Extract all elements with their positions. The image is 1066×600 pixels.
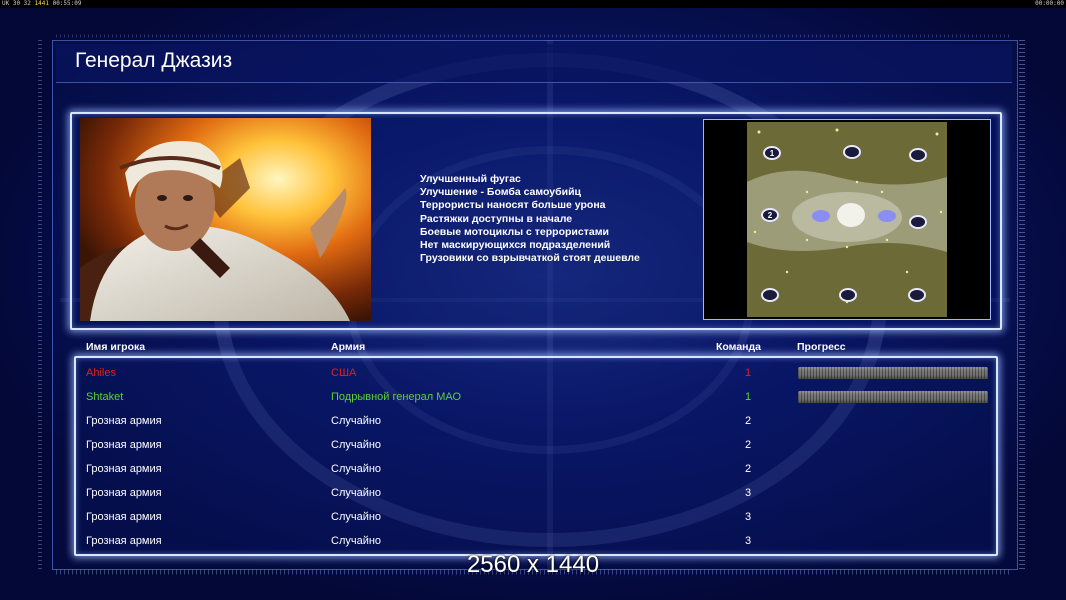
player-team: 2: [744, 439, 752, 451]
map-slot-label: 1: [770, 149, 775, 158]
player-team: 2: [744, 415, 752, 427]
player-name: Грозная армия: [86, 511, 162, 523]
table-row: Грозная армия Случайно 2: [0, 433, 1066, 457]
progress-bar: [798, 391, 988, 403]
feature-item: Улучшение - Бомба самоубийц: [420, 186, 581, 199]
general-portrait: [80, 118, 371, 321]
table-row: Грозная армия Случайно 3: [0, 505, 1066, 529]
table-row: Грозная армия Случайно 3: [0, 481, 1066, 505]
table-row: Грозная армия Случайно 3: [0, 529, 1066, 553]
top-status-bar: UK 30 32 1441 00:55:09 00:00:00: [0, 0, 1066, 8]
player-team: 3: [744, 511, 752, 523]
header-player-name: Имя игрока: [86, 341, 146, 353]
feature-item: Нет маскирующихся подразделений: [420, 239, 611, 252]
status-right: 00:00:00: [1035, 0, 1064, 7]
player-team: 3: [744, 487, 752, 499]
feature-item: Улучшенный фугас: [420, 173, 521, 185]
player-army: Случайно: [331, 535, 382, 547]
player-army: Случайно: [331, 511, 382, 523]
table-row: Shtaket Подрывной генерал МАО 1: [0, 385, 1066, 409]
feature-item: Растяжки доступны в начале: [420, 212, 573, 225]
header-progress: Прогресс: [797, 341, 846, 353]
player-army: Случайно: [331, 415, 382, 427]
progress-bar-fill: [798, 367, 988, 379]
player-name: Shtaket: [86, 391, 124, 403]
table-row: Грозная армия Случайно 2: [0, 457, 1066, 481]
player-army: США: [331, 367, 357, 379]
player-army: Случайно: [331, 463, 382, 475]
player-army: Случайно: [331, 487, 382, 499]
progress-bar-fill: [798, 391, 988, 403]
header-army: Армия: [331, 341, 366, 353]
player-name: Грозная армия: [86, 463, 162, 475]
player-name: Грозная армия: [86, 487, 162, 499]
player-name: Грозная армия: [86, 415, 162, 427]
minimap: 1 2: [747, 122, 947, 317]
resolution-overlay: 2560 x 1440: [466, 551, 600, 578]
player-team: 1: [744, 367, 752, 379]
feature-item: Грузовики со взрывчаткой стоят дешевле: [420, 252, 640, 265]
player-name: Ahiles: [86, 367, 116, 379]
status-left: UK 30 32 1441 00:55:09: [2, 0, 82, 7]
player-name: Грозная армия: [86, 535, 162, 547]
map-preview[interactable]: 1 2: [703, 119, 991, 320]
feature-item: Боевые мотоциклы с террористами: [420, 225, 609, 238]
player-team: 1: [744, 391, 752, 403]
header-team: Команда: [716, 341, 761, 353]
player-team: 2: [744, 463, 752, 475]
player-army: Подрывной генерал МАО: [331, 391, 462, 403]
player-team: 3: [744, 535, 752, 547]
general-title: Генерал Джазиз: [75, 49, 233, 72]
map-slot-label: 2: [768, 211, 773, 220]
table-row: Ahiles США 1: [0, 361, 1066, 385]
progress-bar: [798, 367, 988, 379]
table-row: Грозная армия Случайно 2: [0, 409, 1066, 433]
player-army: Случайно: [331, 439, 382, 451]
general-features-list: Улучшенный фугас Улучшение - Бомба самоу…: [420, 173, 640, 265]
feature-item: Террористы наносят больше урона: [420, 199, 606, 212]
player-name: Грозная армия: [86, 439, 162, 451]
